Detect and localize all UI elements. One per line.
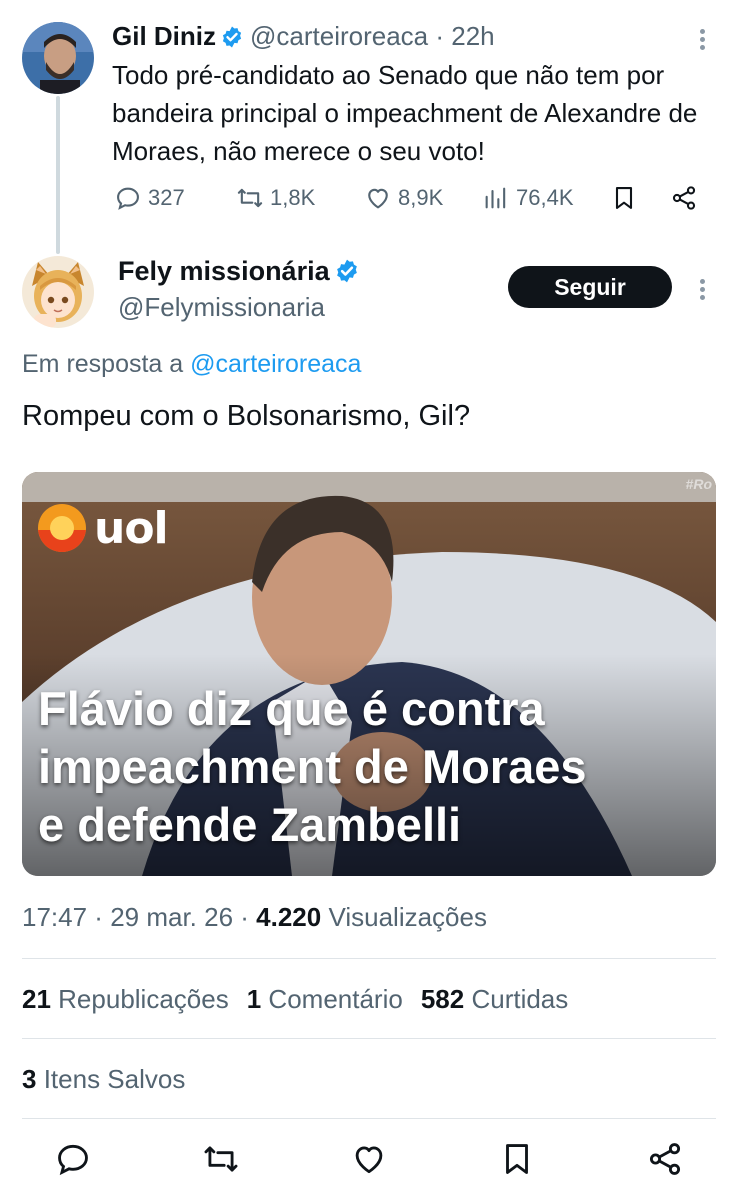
media-caption-line-1: Flávio diz que é contra xyxy=(38,682,545,735)
like-button[interactable] xyxy=(350,1140,388,1178)
reposts-stat[interactable]: 21 Republicações xyxy=(22,984,229,1014)
media-corner-tag: #Ro xyxy=(685,476,712,492)
comments-stat[interactable]: 1 Comentário xyxy=(247,984,403,1014)
share-action[interactable] xyxy=(670,184,698,212)
repost-count: 1,8K xyxy=(270,185,316,210)
comments-stat-label: Comentário xyxy=(268,984,403,1014)
replying-to-line: Em resposta a @carteiroreaca xyxy=(22,350,361,379)
repost-action[interactable]: 1,8K xyxy=(236,184,315,212)
parent-more-options-icon[interactable] xyxy=(700,26,705,53)
verified-badge-icon xyxy=(334,258,360,291)
uol-logo-text: uol xyxy=(94,502,169,554)
views-count: 76,4K xyxy=(516,185,574,210)
uol-logo-icon xyxy=(38,504,86,552)
avatar-gil-diniz[interactable] xyxy=(22,22,94,94)
reply-author-name-text: Fely missionária xyxy=(118,256,330,286)
bookmark-button[interactable] xyxy=(498,1140,536,1178)
likes-stat[interactable]: 582 Curtidas xyxy=(421,984,568,1014)
divider xyxy=(22,958,716,959)
reply-media-image[interactable]: uol #Ro Flávio diz que é contra impeachm… xyxy=(22,472,716,876)
share-button[interactable] xyxy=(646,1140,684,1178)
saves-stat-count: 3 xyxy=(22,1064,37,1094)
bookmark-icon xyxy=(506,1144,528,1174)
reply-author-handle[interactable]: @Felymissionaria xyxy=(118,292,325,323)
views-action[interactable]: 76,4K xyxy=(482,184,574,212)
heart-icon xyxy=(355,1146,383,1174)
comments-stat-count: 1 xyxy=(246,984,262,1014)
saves-stat[interactable]: 3 Itens Salvos xyxy=(22,1064,185,1095)
tweet-date[interactable]: 29 mar. 26 xyxy=(110,902,233,932)
media-caption: Flávio diz que é contra impeachment de M… xyxy=(38,680,587,854)
parent-action-bar: 327 1,8K 8,9K 76,4K xyxy=(112,184,708,218)
views-total-count: 4.220 xyxy=(256,902,322,932)
share-icon xyxy=(649,1143,681,1175)
verified-badge-icon xyxy=(220,24,244,56)
reply-action-bar xyxy=(0,1140,738,1184)
replying-to-handle-link[interactable]: @carteiroreaca xyxy=(190,350,361,378)
reply-tweet-text: Rompeu com o Bolsonarismo, Gil? xyxy=(22,400,471,432)
bookmark-action[interactable] xyxy=(610,184,638,212)
parent-author-name[interactable]: Gil Diniz xyxy=(112,21,216,51)
like-count: 8,9K xyxy=(398,185,444,210)
parent-handle[interactable]: @carteiroreaca xyxy=(250,21,428,51)
uol-logo: uol xyxy=(36,502,169,554)
views-bar-chart-icon xyxy=(485,187,506,209)
parent-time[interactable]: · 22h xyxy=(435,21,494,51)
views-label: Visualizações xyxy=(328,902,487,932)
tweet-time[interactable]: 17:47 xyxy=(22,902,87,932)
reposts-stat-label: Republicações xyxy=(58,984,229,1014)
reply-more-options-icon[interactable] xyxy=(700,276,705,303)
like-action[interactable]: 8,9K xyxy=(364,184,443,212)
reply-icon xyxy=(117,187,139,210)
engagement-stats: 21 Republicações 1 Comentário 582 Curtidas xyxy=(22,984,568,1015)
thread-line xyxy=(56,96,60,254)
divider xyxy=(22,1038,716,1039)
repost-icon xyxy=(204,1146,238,1172)
follow-button[interactable]: Seguir xyxy=(508,266,672,308)
likes-stat-count: 582 xyxy=(420,984,465,1014)
media-caption-line-3: e defende Zambelli xyxy=(38,798,462,851)
reply-count: 327 xyxy=(148,185,185,210)
parent-tweet-text: Todo pré-candidato ao Senado que não tem… xyxy=(112,60,698,166)
bookmark-icon xyxy=(615,187,633,209)
media-caption-line-2: impeachment de Moraes xyxy=(38,740,587,793)
heart-icon xyxy=(368,188,388,209)
reply-button[interactable] xyxy=(54,1140,92,1178)
saves-stat-label: Itens Salvos xyxy=(43,1064,186,1094)
repost-icon xyxy=(237,188,263,208)
reply-author-name[interactable]: Fely missionária xyxy=(118,256,366,291)
avatar-fely-missionaria[interactable] xyxy=(22,256,94,328)
reply-action[interactable]: 327 xyxy=(114,184,185,212)
divider xyxy=(22,1118,716,1119)
parent-tweet-header: Gil Diniz @carteiroreaca · 22h xyxy=(112,20,495,56)
replying-to-prefix: Em resposta a xyxy=(22,350,184,378)
share-icon xyxy=(672,186,696,210)
likes-stat-label: Curtidas xyxy=(471,984,569,1014)
reposts-stat-count: 21 xyxy=(22,984,51,1014)
reply-icon xyxy=(58,1144,88,1176)
tweet-timestamp: 17:47 · 29 mar. 26 · 4.220 Visualizações xyxy=(22,902,487,932)
repost-button[interactable] xyxy=(202,1140,240,1178)
